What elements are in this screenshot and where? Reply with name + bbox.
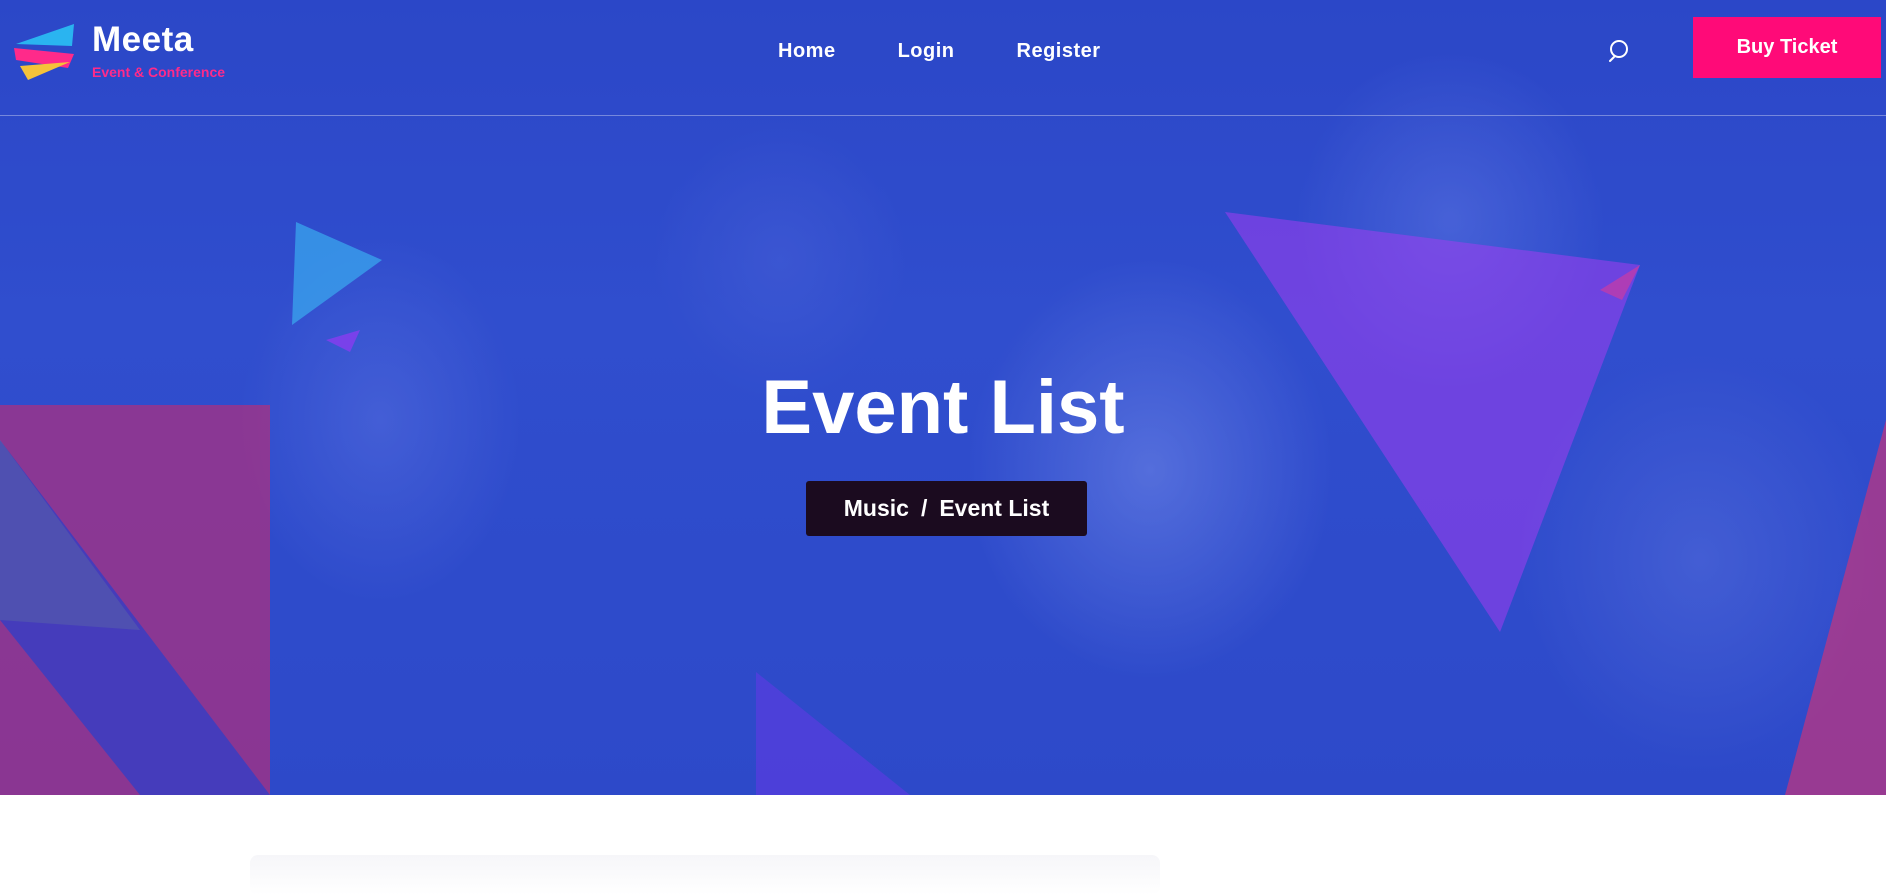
nav-login[interactable]: Login [898, 40, 955, 63]
small-purple-triangle-shape [326, 330, 360, 352]
search-button[interactable] [1607, 38, 1633, 64]
hero-banner: Meeta Event & Conference Home Login Regi… [0, 0, 1886, 795]
nav-home[interactable]: Home [778, 40, 836, 63]
breadcrumb-parent-link[interactable]: Music [844, 495, 909, 522]
right-pink-triangle-shape [1785, 420, 1886, 795]
buy-ticket-button[interactable]: Buy Ticket [1693, 17, 1881, 78]
cyan-triangle-shape [292, 222, 382, 325]
brand-tagline: Event & Conference [92, 64, 226, 80]
site-header: Meeta Event & Conference Home Login Regi… [0, 0, 1886, 116]
brand-logo[interactable]: Meeta Event & Conference [12, 20, 242, 82]
search-icon [1609, 40, 1628, 62]
nav-register[interactable]: Register [1017, 40, 1101, 63]
breadcrumb-current: Event List [939, 495, 1050, 521]
content-area [0, 795, 1886, 895]
breadcrumb: Music / Event List [806, 481, 1087, 536]
page-title: Event List [761, 365, 1125, 450]
breadcrumb-separator: / [920, 495, 928, 521]
event-list-card-top [250, 855, 1160, 895]
bottom-purple-triangle-shape [756, 672, 910, 795]
brand-name: Meeta [92, 20, 194, 59]
logo-mark-icon [14, 24, 74, 80]
main-nav: Home Login Register [778, 40, 1163, 63]
